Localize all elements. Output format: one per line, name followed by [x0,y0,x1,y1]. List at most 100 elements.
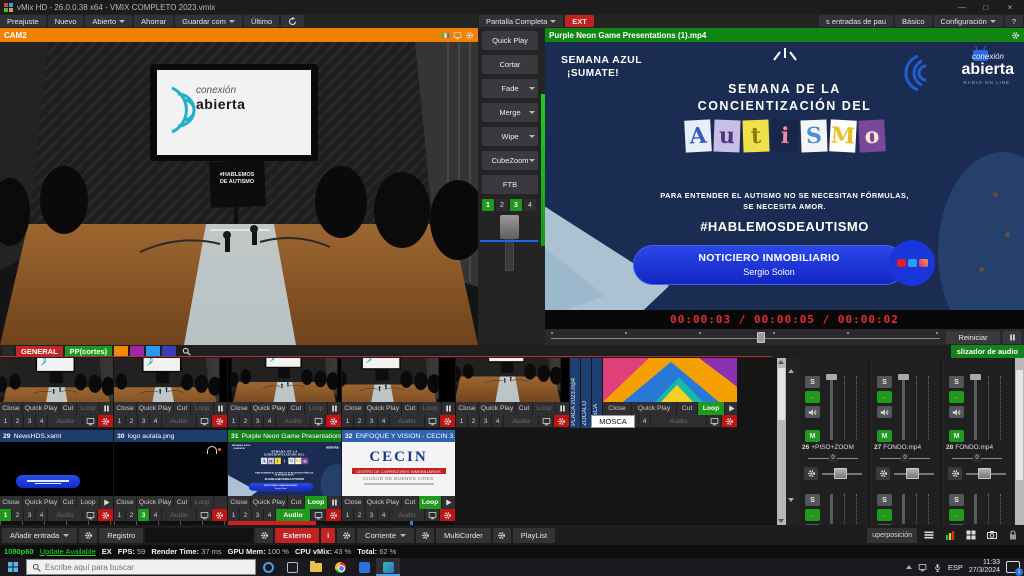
audio-button[interactable]: Audio [390,509,424,521]
speaker-button[interactable] [949,406,964,418]
quick-play-button[interactable]: Quick Play [137,496,173,509]
overlay-2-toggle[interactable]: 2 [496,199,508,211]
quick-play-button[interactable]: Quick Play [251,496,287,509]
audio-button[interactable]: Audio [504,415,538,427]
language-indicator[interactable]: ESP [948,563,963,572]
menu-preajuste[interactable]: Preajuste [0,15,46,27]
master-bus-button[interactable]: M [877,430,892,442]
scrollbar-thumb[interactable] [1016,370,1023,480]
gear-icon[interactable] [722,415,737,427]
program-video[interactable]: SEMANA AZUL ¡SUMATE! conexión abierta RA… [545,42,1024,310]
close-button[interactable]: Close [114,402,136,415]
overlay-3-button[interactable]: 3 [24,509,35,521]
gear-icon[interactable] [98,415,113,427]
master-bus-button[interactable]: M [805,430,820,442]
cut-button[interactable]: Cut [677,402,697,415]
mic-tray-icon[interactable] [933,563,942,572]
monitor-icon[interactable] [311,509,325,521]
quick-play-button[interactable]: Quick Play [23,496,59,509]
channel-gear-button[interactable] [876,467,890,480]
registro-settings-button[interactable] [79,528,97,543]
input-thumbnail[interactable] [114,442,227,496]
pause-button[interactable] [328,402,341,415]
record-button[interactable]: Registro [99,528,143,543]
solo-button[interactable]: S [877,494,892,506]
solo-button[interactable]: S [805,376,820,388]
monitor-icon[interactable] [425,509,439,521]
quick-play-button[interactable]: Quick Play [23,402,59,415]
overlay-4-button[interactable]: 4 [150,415,161,427]
bus-arrow-button[interactable]: ← [949,509,964,521]
overlay-1-button[interactable]: 1 [228,509,239,521]
overlay-4-button[interactable]: 4 [36,415,47,427]
solo-button[interactable]: S [805,494,820,506]
audio-button[interactable]: Audio [48,415,82,427]
tray-expand-icon[interactable] [906,565,912,569]
loop-button[interactable]: Loop [698,402,724,415]
volume-fader-track[interactable] [830,494,833,524]
input-title[interactable]: 30logo autata.png [114,430,227,442]
loop-button[interactable]: Loop [191,402,213,415]
search-input[interactable] [45,563,235,572]
seek-slider[interactable] [551,329,940,345]
loop-button[interactable]: Loop [305,402,327,415]
monitor-icon[interactable] [83,509,97,521]
bus-arrow-button[interactable]: ← [877,391,892,403]
volume-fader-handle[interactable] [826,374,837,380]
file-explorer-button[interactable] [304,558,328,576]
overlay-2-button[interactable]: 2 [126,509,137,521]
close-button[interactable]: Close [342,496,364,509]
external-info-button[interactable]: i [321,528,335,543]
overlay-4-button[interactable]: 4 [639,415,650,427]
gear-icon[interactable] [98,509,113,521]
collapsed-input-zocalo[interactable]: ZOCALO [581,358,591,428]
blank-button[interactable] [214,496,227,509]
gear-icon[interactable] [440,415,455,427]
overlay-2-button[interactable]: 2 [240,509,251,521]
quick-play-button[interactable]: Quick Play [365,496,401,509]
overlay-1-button[interactable]: 1 [114,415,125,427]
menu-ahorrar[interactable]: Ahorrar [134,15,173,27]
input-title-selected[interactable]: 32ENFOQUE Y VISION - CECIN 3.jpeg [342,430,455,442]
camera-thumbnail[interactable] [114,358,227,402]
t-bar-handle[interactable] [500,215,519,239]
overlay-label[interactable]: uperposición [867,528,917,543]
monitor-icon[interactable] [425,415,439,427]
overlay-2-button[interactable]: 2 [12,415,23,427]
pan-slider[interactable]: 0 [808,454,858,462]
monitor-icon[interactable] [197,415,211,427]
close-button[interactable]: Close [0,496,22,509]
menu-nuevo[interactable]: Nuevo [48,15,84,27]
audio-button[interactable]: Audio [276,509,310,521]
cut-button[interactable]: Cut [174,402,190,415]
bus-arrow-button[interactable]: ← [805,391,820,403]
overlay-4-button[interactable]: 4 [492,415,503,427]
overlay-2-button[interactable]: 2 [468,415,479,427]
gear-icon[interactable] [326,509,341,521]
quick-play-button[interactable]: Quick Play [365,402,401,415]
menu-guardar-como[interactable]: Guardar com [175,15,242,27]
pause-button[interactable] [556,402,569,415]
preview-video[interactable]: conexión abierta #HABLEMOS DE AUTISMO [0,42,478,345]
externo-settings-button[interactable] [255,528,273,543]
cut-button[interactable]: Cut [288,496,304,509]
volume-fader-track[interactable] [830,376,833,440]
audio-mixer-label[interactable]: slizador de audio [951,345,1024,358]
lock-button[interactable] [1004,528,1022,543]
close-button[interactable]: Close [228,496,250,509]
cut-button[interactable]: Cut [174,496,190,509]
menu-entradas-pausa[interactable]: s entradas de pau [819,15,893,27]
t-bar-fader[interactable] [481,215,537,275]
overlay-2-button[interactable]: 2 [240,415,251,427]
menu-abierto[interactable]: Abierto [85,15,132,27]
minimize-button[interactable]: — [950,0,974,14]
volume-fader-handle[interactable] [970,374,981,380]
overlay-1-button[interactable]: 1 [0,415,11,427]
gear-icon[interactable] [1011,31,1020,40]
input-thumbnail[interactable] [0,442,113,496]
overlay-1-button[interactable]: 1 [456,415,467,427]
scrollbar-thumb[interactable] [778,368,785,420]
input-title-active[interactable]: 31Purple Neon Game Presentations (1) [228,430,341,442]
input-thumbnail[interactable]: CECIN CENTRO DE CORREDORES INMOBILIARIOS… [342,442,455,496]
menu-button[interactable] [920,528,938,543]
